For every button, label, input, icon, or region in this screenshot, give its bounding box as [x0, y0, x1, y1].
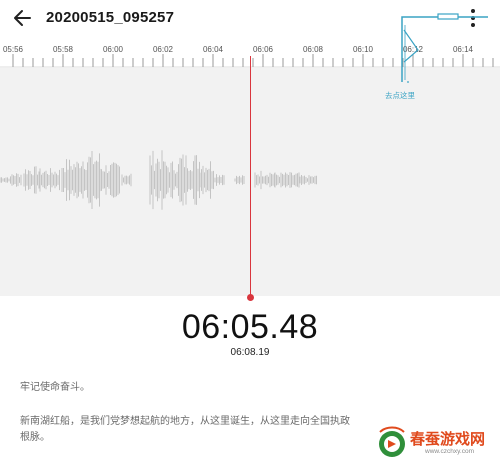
transcript-line: 新南湖红船，是我们党梦想起航的地方，从这里诞生，从这里走向全国执政	[20, 416, 350, 427]
callout-label: 去点这里	[385, 91, 415, 100]
transcript-line: 根脉。	[20, 432, 50, 443]
transcript-paragraph: 新南湖红船，是我们党梦想起航的地方，从这里诞生，从这里走向全国执政 根脉。	[20, 414, 420, 446]
transcript-line: 牢记使命奋斗。	[20, 382, 90, 393]
watermark-url: www.czchxy.com	[425, 448, 474, 455]
tutorial-callout	[401, 13, 488, 83]
watermark-title: 春蚕游戏网	[410, 430, 486, 448]
total-duration: 06:08.19	[230, 347, 270, 358]
current-time-readout: 06:05.48	[181, 308, 319, 346]
playhead-handle[interactable]	[247, 294, 254, 301]
